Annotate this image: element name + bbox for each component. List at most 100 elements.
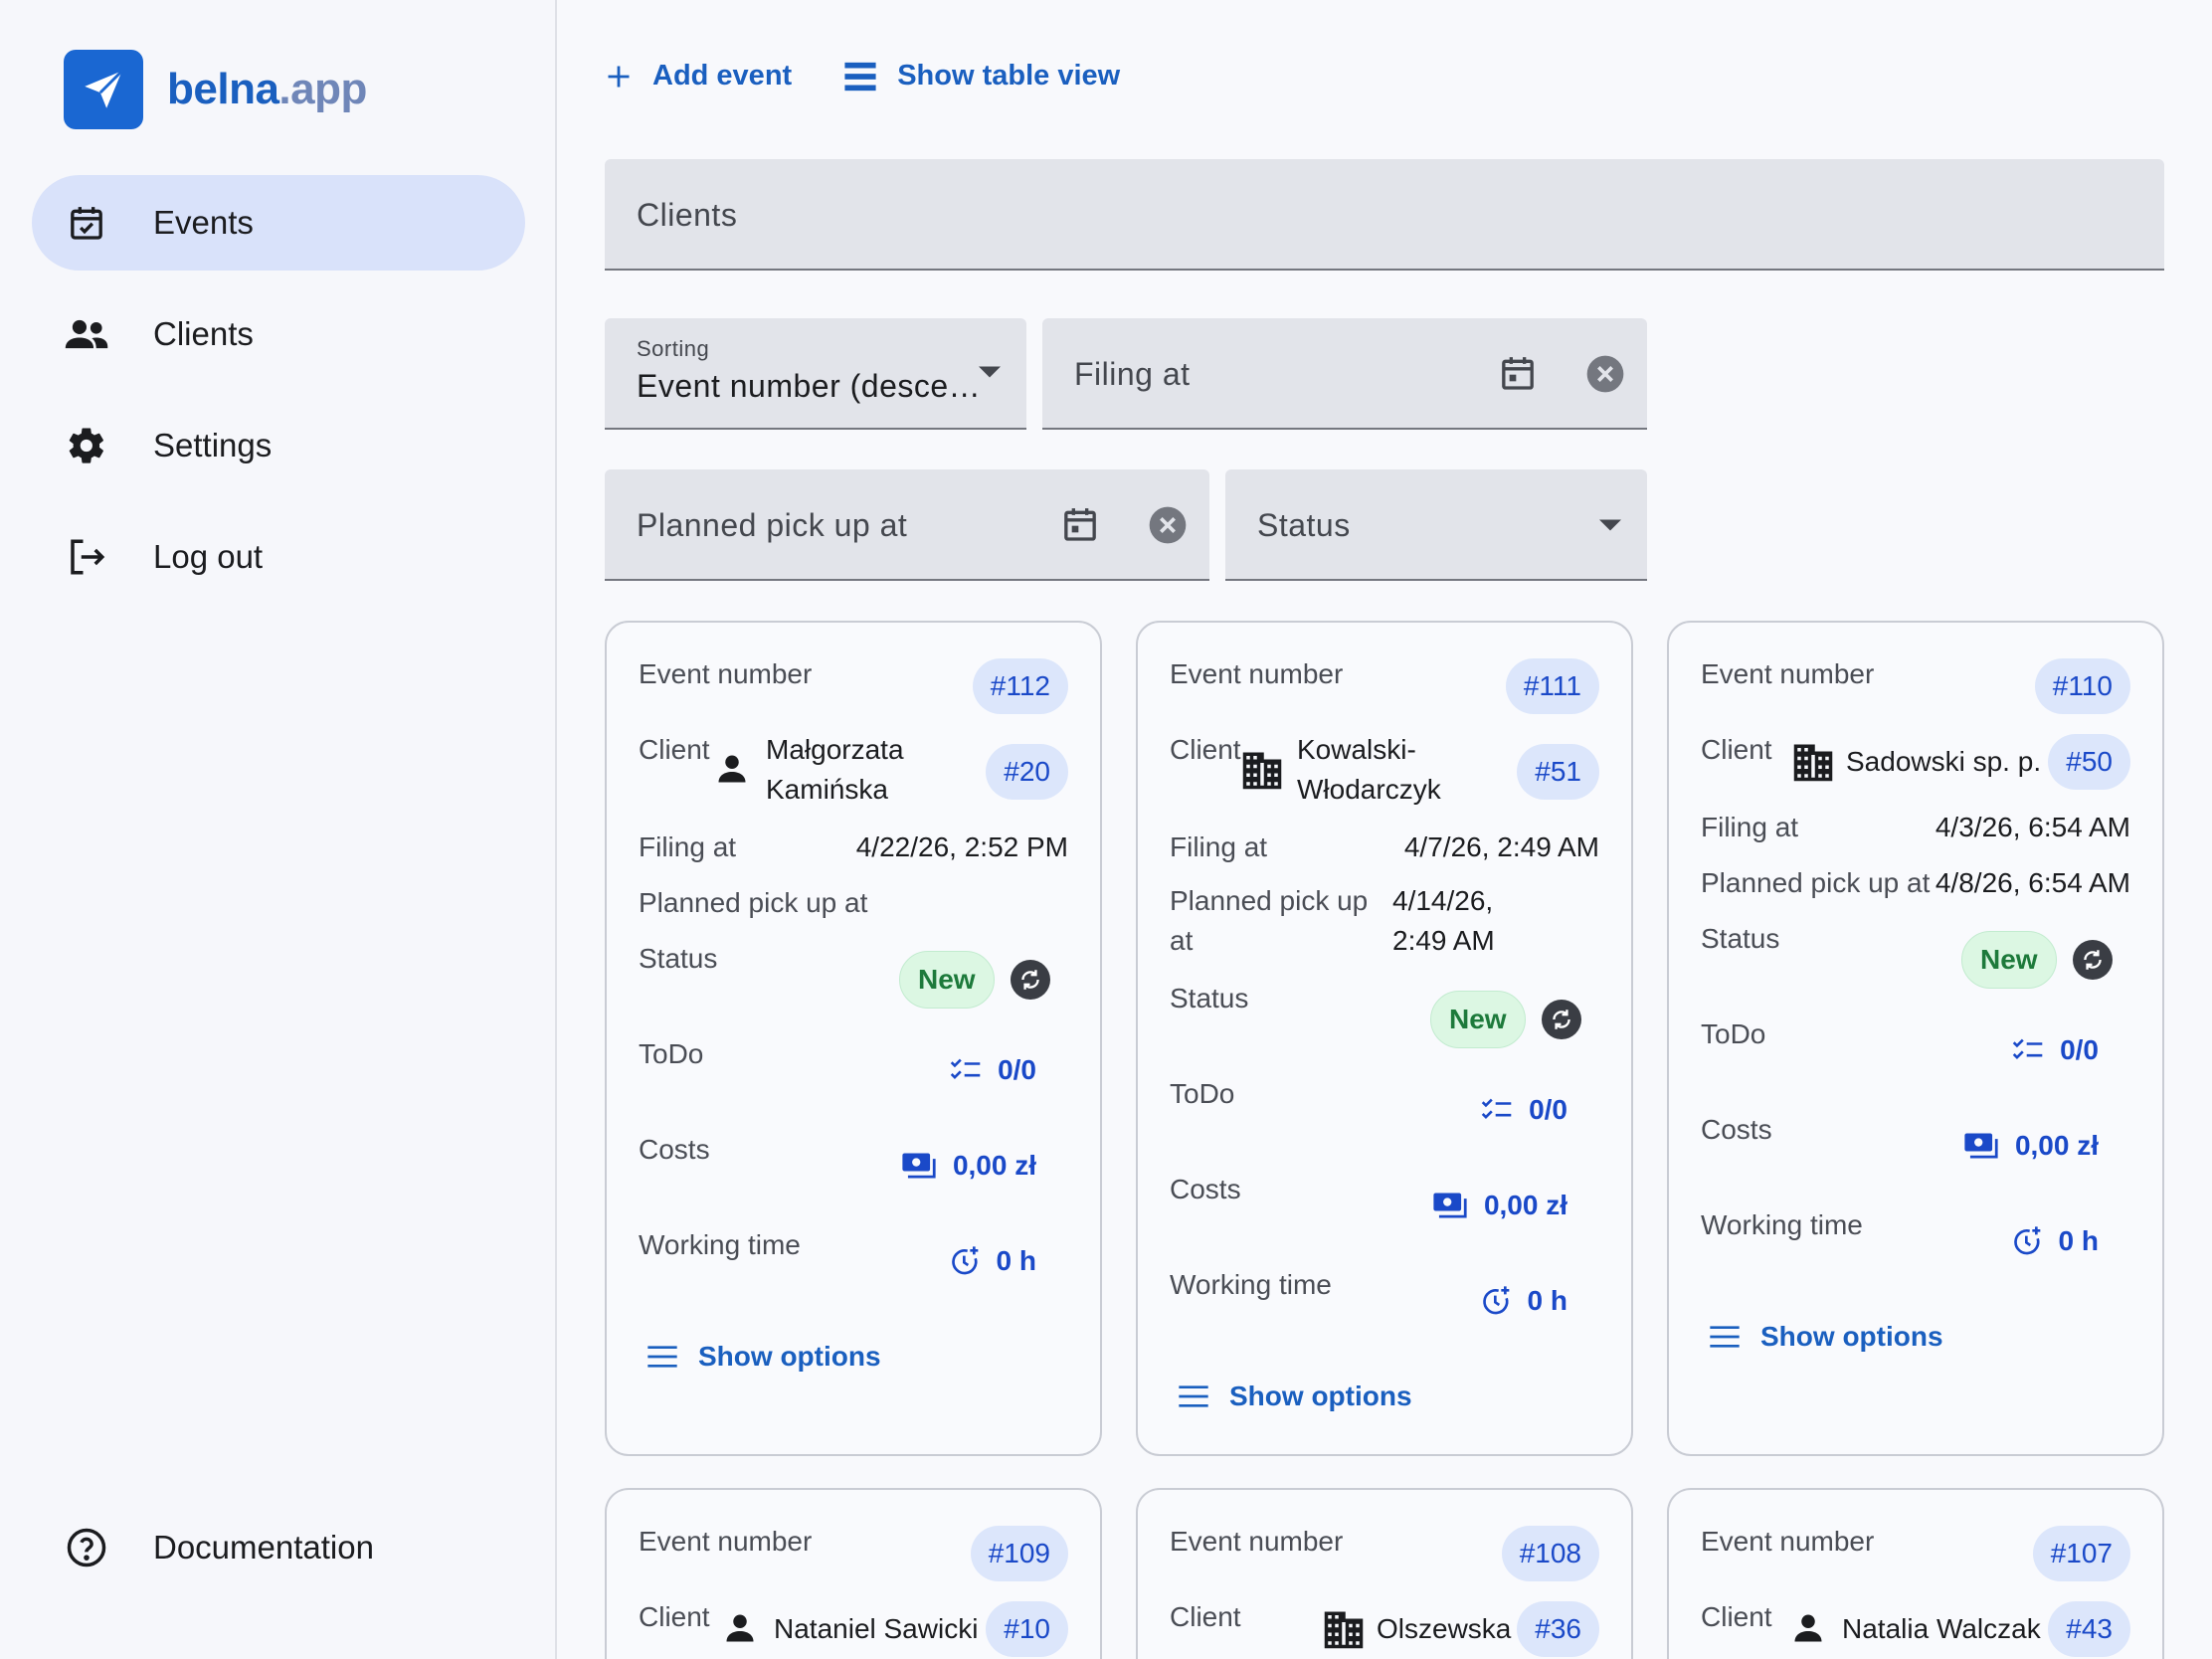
costs-metric[interactable]: 0,00 zł bbox=[901, 1150, 1036, 1182]
show-table-view-label: Show table view bbox=[897, 60, 1121, 92]
clear-icon[interactable] bbox=[1148, 505, 1188, 545]
event-card[interactable]: Event number #112 Client Małgorzata Kamiń… bbox=[605, 621, 1102, 1456]
working-time-label: Working time bbox=[1701, 1209, 1863, 1240]
event-number-label: Event number bbox=[639, 658, 813, 689]
client-id-chip[interactable]: #20 bbox=[986, 744, 1068, 800]
show-options-label: Show options bbox=[1760, 1321, 1943, 1352]
checklist-icon bbox=[1481, 1097, 1513, 1123]
status-select[interactable]: Status bbox=[1225, 469, 1647, 581]
planned-pickup-field[interactable]: Planned pick up at bbox=[605, 469, 1209, 581]
person-icon bbox=[722, 1609, 758, 1647]
event-number-chip[interactable]: #112 bbox=[972, 658, 1068, 714]
planned-pickup-value: 4/14/26, 2:49 AM bbox=[1392, 885, 1495, 956]
todo-label: ToDo bbox=[1170, 1078, 1235, 1109]
filing-at-field[interactable]: Filing at bbox=[1042, 318, 1647, 430]
sorting-value: Event number (desce… bbox=[637, 368, 982, 404]
working-time-metric[interactable]: 0 h bbox=[2011, 1225, 2099, 1257]
paper-plane-logo-icon bbox=[64, 50, 143, 129]
event-number-chip[interactable]: #110 bbox=[2034, 658, 2130, 714]
checklist-icon bbox=[950, 1057, 982, 1083]
working-time-label: Working time bbox=[639, 1229, 801, 1260]
client-id-chip[interactable]: #43 bbox=[2048, 1601, 2130, 1657]
show-options-button[interactable]: Show options bbox=[1709, 1321, 1943, 1353]
sidebar-item-label: Events bbox=[153, 204, 254, 241]
filing-at-value: 4/3/26, 6:54 AM bbox=[1935, 812, 2130, 842]
event-card[interactable]: Event number #109 Client Nataniel Sawick… bbox=[605, 1488, 1102, 1659]
client-id-chip[interactable]: #36 bbox=[1517, 1601, 1599, 1657]
sidebar-item-logout[interactable]: Log out bbox=[32, 509, 525, 605]
timer-plus-icon bbox=[1480, 1285, 1512, 1317]
costs-metric[interactable]: 0,00 zł bbox=[1963, 1130, 2099, 1162]
sidebar-item-events[interactable]: Events bbox=[32, 175, 525, 271]
change-status-icon[interactable] bbox=[1011, 960, 1050, 1000]
change-status-icon[interactable] bbox=[1542, 1000, 1581, 1039]
brand[interactable]: belna.app bbox=[64, 50, 367, 129]
todo-label: ToDo bbox=[1701, 1018, 1766, 1049]
client-id-chip[interactable]: #50 bbox=[2048, 734, 2130, 790]
todo-metric[interactable]: 0/0 bbox=[950, 1054, 1036, 1086]
calendar-icon[interactable] bbox=[1498, 352, 1538, 394]
filing-at-placeholder: Filing at bbox=[1074, 356, 1191, 392]
working-time-metric[interactable]: 0 h bbox=[1480, 1285, 1567, 1317]
event-number-label: Event number bbox=[1170, 1526, 1344, 1557]
client-id-chip[interactable]: #10 bbox=[986, 1601, 1068, 1657]
client-name: Olszewska bbox=[1377, 1613, 1512, 1644]
client-id-chip[interactable]: #51 bbox=[1517, 744, 1599, 800]
working-time-value: 0 h bbox=[996, 1245, 1036, 1276]
status-label: Status bbox=[1701, 923, 1780, 954]
costs-value: 0,00 zł bbox=[2014, 1130, 2099, 1161]
sorting-select[interactable]: Sorting Event number (desce… bbox=[605, 318, 1026, 430]
clear-icon[interactable] bbox=[1585, 354, 1625, 394]
event-number-chip[interactable]: #108 bbox=[1501, 1526, 1599, 1581]
status-placeholder: Status bbox=[1257, 507, 1351, 543]
toolbar: Add event Show table view bbox=[605, 60, 1172, 92]
client-name: Sadowski sp. p. bbox=[1846, 746, 2042, 777]
sidebar-item-label: Log out bbox=[153, 538, 264, 575]
todo-metric[interactable]: 0/0 bbox=[1481, 1094, 1567, 1126]
client-label: Client bbox=[1701, 1601, 1772, 1632]
checklist-icon bbox=[2012, 1037, 2044, 1063]
show-options-label: Show options bbox=[698, 1341, 881, 1372]
filing-at-value: 4/7/26, 2:49 AM bbox=[1403, 831, 1599, 862]
event-card[interactable]: Event number #107 Client Natalia Walczak… bbox=[1667, 1488, 2164, 1659]
todo-value: 0/0 bbox=[1529, 1094, 1567, 1125]
working-time-metric[interactable]: 0 h bbox=[949, 1245, 1036, 1277]
show-options-button[interactable]: Show options bbox=[1178, 1381, 1412, 1412]
event-number-label: Event number bbox=[1170, 658, 1344, 689]
people-icon bbox=[64, 311, 109, 357]
clients-filter-field[interactable]: Clients bbox=[605, 159, 2164, 271]
sidebar-item-label: Documentation bbox=[153, 1529, 374, 1566]
dropdown-arrow-icon bbox=[979, 366, 1001, 378]
show-table-view-button[interactable]: Show table view bbox=[843, 60, 1120, 92]
event-number-label: Event number bbox=[639, 1526, 813, 1557]
client-label: Client bbox=[639, 1601, 710, 1632]
main-nav: Events Clients Settings Log out bbox=[32, 175, 525, 621]
calendar-icon[interactable] bbox=[1060, 503, 1100, 545]
event-card[interactable]: Event number #110 Client Sadowski sp. p.… bbox=[1667, 621, 2164, 1456]
filing-at-label: Filing at bbox=[1170, 831, 1268, 862]
show-options-button[interactable]: Show options bbox=[646, 1341, 881, 1373]
brand-name: belna.app bbox=[167, 65, 367, 113]
client-name: Kowalski- Włodarczyk bbox=[1297, 734, 1441, 805]
client-label: Client bbox=[639, 734, 710, 765]
gear-icon bbox=[64, 423, 109, 468]
event-number-chip[interactable]: #111 bbox=[1505, 658, 1599, 714]
sidebar-item-settings[interactable]: Settings bbox=[32, 398, 525, 493]
timer-plus-icon bbox=[2011, 1225, 2043, 1257]
sidebar-item-documentation[interactable]: Documentation bbox=[32, 1500, 525, 1595]
status-badge: New bbox=[1430, 991, 1526, 1048]
building-icon bbox=[1792, 742, 1834, 782]
event-number-chip[interactable]: #107 bbox=[2032, 1526, 2130, 1581]
costs-metric[interactable]: 0,00 zł bbox=[1432, 1190, 1567, 1221]
todo-metric[interactable]: 0/0 bbox=[2012, 1034, 2099, 1066]
status-badge: New bbox=[1961, 931, 2057, 989]
todo-value: 0/0 bbox=[2060, 1034, 2099, 1065]
event-card[interactable]: Event number #108 Client Olszewska #36 bbox=[1136, 1488, 1633, 1659]
event-card[interactable]: Event number #111 Client Kowalski- Włodar… bbox=[1136, 621, 1633, 1456]
change-status-icon[interactable] bbox=[2073, 940, 2113, 980]
sidebar-item-clients[interactable]: Clients bbox=[32, 286, 525, 382]
client-label: Client bbox=[1701, 734, 1772, 765]
sidebar: belna.app Events Clients Settings Log ou… bbox=[0, 0, 557, 1659]
event-number-chip[interactable]: #109 bbox=[970, 1526, 1068, 1581]
add-event-button[interactable]: Add event bbox=[605, 60, 792, 92]
